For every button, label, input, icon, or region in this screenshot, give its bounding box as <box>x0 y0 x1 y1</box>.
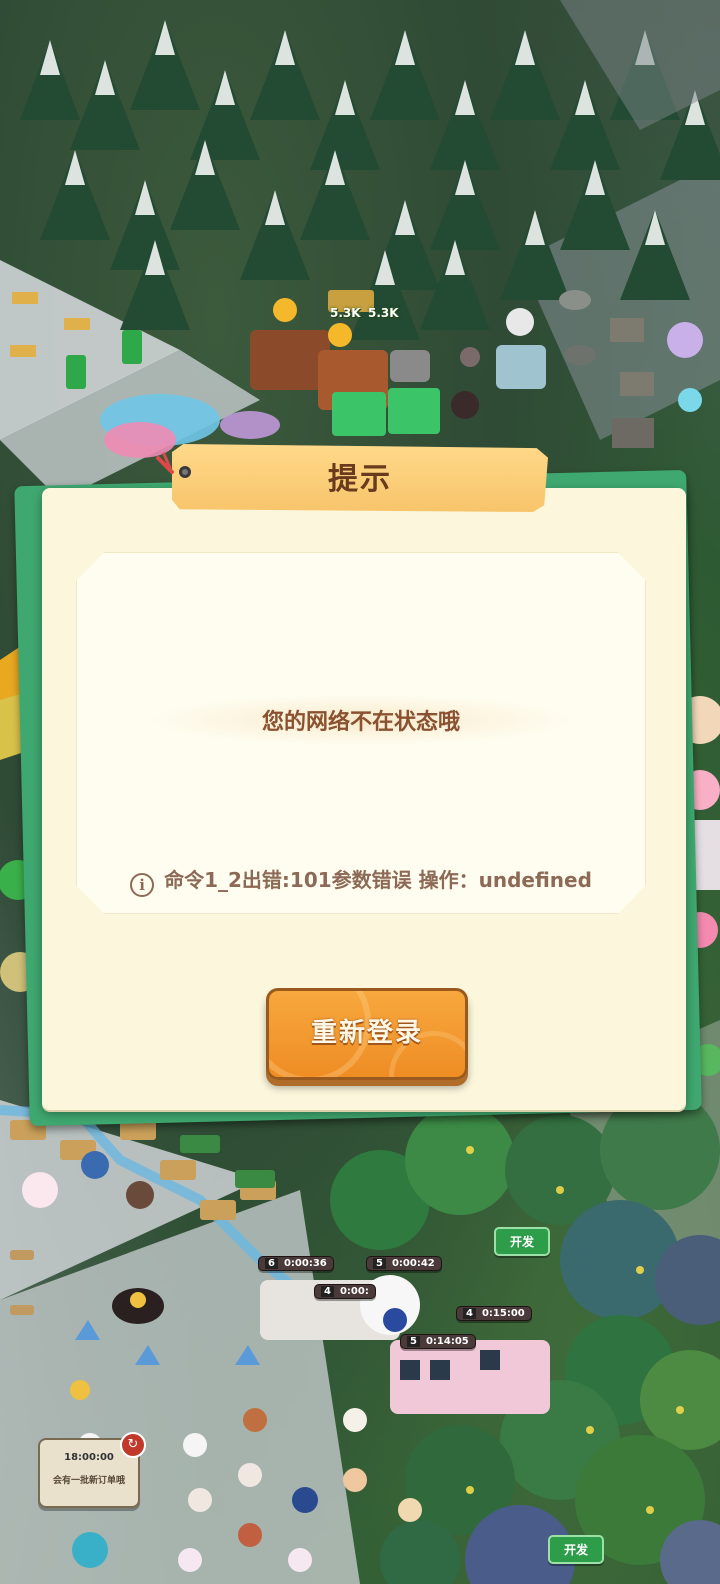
error-detail: i 命令1_2出错:101参数错误 操作：undefined <box>76 864 646 897</box>
relogin-button-label: 重新登录 <box>310 1018 423 1048</box>
error-text: 命令1_2出错:101参数错误 操作：undefined <box>164 868 592 892</box>
relogin-button[interactable]: 重新登录 <box>266 988 468 1080</box>
dialog-title: 提示 <box>328 462 392 497</box>
dialog-message: 您的网络不在状态哦 <box>261 710 460 735</box>
info-icon: i <box>130 873 155 897</box>
